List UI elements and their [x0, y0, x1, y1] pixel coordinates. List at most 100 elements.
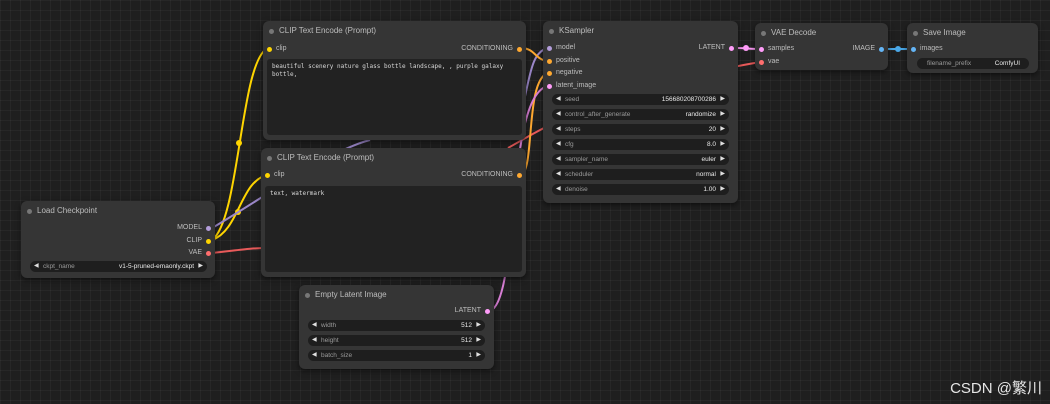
load-checkpoint-node[interactable]: Load Checkpoint MODEL CLIP VAE ◀ ckpt_na… — [21, 201, 215, 278]
steps-widget[interactable]: ◀ steps 20 ▶ — [552, 124, 729, 135]
denoise-widget[interactable]: ◀ denoise 1.00 ▶ — [552, 184, 729, 195]
cfg-widget[interactable]: ◀ cfg 8.0 ▶ — [552, 139, 729, 150]
width-number-widget[interactable]: ◀ width 512 ▶ — [308, 320, 485, 331]
save-image-node[interactable]: Save Image images filename_prefix ComfyU… — [907, 23, 1038, 73]
conditioning-pin-icon[interactable] — [547, 70, 552, 76]
vae-pin-icon[interactable] — [759, 59, 764, 65]
batch-size-number-widget[interactable]: ◀ batch_size 1 ▶ — [308, 350, 485, 361]
seed-widget[interactable]: ◀ seed 156680208700286 ▶ — [552, 94, 729, 105]
right-arrow-icon[interactable]: ▶ — [476, 320, 481, 331]
left-arrow-icon[interactable]: ◀ — [556, 109, 561, 120]
filename-prefix-text-widget[interactable]: filename_prefix ComfyUI — [917, 58, 1029, 69]
input-slot-positive[interactable]: positive — [546, 56, 580, 66]
collapse-dot-icon[interactable] — [267, 156, 272, 161]
clip-pin-icon[interactable] — [206, 238, 211, 244]
image-pin-icon[interactable] — [879, 46, 884, 52]
collapse-dot-icon[interactable] — [27, 209, 32, 214]
collapse-dot-icon[interactable] — [761, 31, 766, 36]
input-slot-samples[interactable]: samples — [758, 44, 794, 54]
slot-label: IMAGE — [852, 45, 875, 52]
collapse-dot-icon[interactable] — [269, 29, 274, 34]
empty-latent-image-node[interactable]: Empty Latent Image LATENT ◀ width 512 ▶ … — [299, 285, 494, 369]
widget-label: filename_prefix — [927, 60, 972, 67]
widget-label: height — [321, 337, 339, 344]
prompt-textarea[interactable]: text, watermark — [265, 186, 522, 272]
output-slot-conditioning[interactable]: CONDITIONING — [461, 170, 523, 180]
node-title[interactable]: Load Checkpoint — [21, 201, 215, 221]
ckpt-name-combo[interactable]: ◀ ckpt_name v1-5-pruned-emaonly.ckpt ▶ — [30, 261, 207, 272]
latent-pin-icon[interactable] — [547, 83, 552, 89]
collapse-dot-icon[interactable] — [913, 31, 918, 36]
scheduler-widget[interactable]: ◀ scheduler normal ▶ — [552, 169, 729, 180]
left-arrow-icon[interactable]: ◀ — [556, 124, 561, 135]
left-arrow-icon[interactable]: ◀ — [556, 184, 561, 195]
right-arrow-icon[interactable]: ▶ — [720, 184, 725, 195]
clip-text-encode-negative-node[interactable]: CLIP Text Encode (Prompt) clip CONDITION… — [261, 148, 526, 277]
clip-text-encode-positive-node[interactable]: CLIP Text Encode (Prompt) clip CONDITION… — [263, 21, 526, 140]
slot-label: VAE — [188, 249, 203, 256]
conditioning-pin-icon[interactable] — [517, 46, 522, 52]
sampler-name-widget[interactable]: ◀ sampler_name euler ▶ — [552, 154, 729, 165]
node-title[interactable]: Empty Latent Image — [299, 285, 494, 305]
output-slot-image[interactable]: IMAGE — [852, 44, 885, 54]
output-slot-model[interactable]: MODEL — [177, 223, 212, 233]
input-slot-vae[interactable]: vae — [758, 57, 779, 67]
clip-pin-icon[interactable] — [267, 46, 272, 52]
conditioning-pin-icon[interactable] — [517, 172, 522, 178]
output-slot-latent[interactable]: LATENT — [699, 43, 735, 53]
node-title[interactable]: VAE Decode — [755, 23, 888, 43]
left-arrow-icon[interactable]: ◀ — [312, 320, 317, 331]
vae-pin-icon[interactable] — [206, 250, 211, 256]
input-slot-clip[interactable]: clip — [266, 44, 287, 54]
left-arrow-icon[interactable]: ◀ — [556, 154, 561, 165]
conditioning-pin-icon[interactable] — [547, 58, 552, 64]
left-arrow-icon[interactable]: ◀ — [312, 350, 317, 361]
output-slot-clip[interactable]: CLIP — [186, 236, 212, 246]
right-arrow-icon[interactable]: ▶ — [720, 169, 725, 180]
node-title[interactable]: Save Image — [907, 23, 1038, 43]
right-arrow-icon[interactable]: ▶ — [720, 154, 725, 165]
slot-label: LATENT — [698, 44, 725, 51]
input-slot-latent-image[interactable]: latent_image — [546, 81, 596, 91]
right-arrow-icon[interactable]: ▶ — [720, 94, 725, 105]
input-slot-negative[interactable]: negative — [546, 68, 582, 78]
output-slot-vae[interactable]: VAE — [189, 248, 213, 258]
output-slot-conditioning[interactable]: CONDITIONING — [461, 44, 523, 54]
right-arrow-icon[interactable]: ▶ — [476, 335, 481, 346]
left-arrow-icon[interactable]: ◀ — [556, 139, 561, 150]
left-arrow-icon[interactable]: ◀ — [312, 335, 317, 346]
slot-label: CONDITIONING — [461, 45, 513, 52]
node-title[interactable]: CLIP Text Encode (Prompt) — [261, 148, 526, 168]
collapse-dot-icon[interactable] — [305, 293, 310, 298]
right-arrow-icon[interactable]: ▶ — [720, 139, 725, 150]
right-arrow-icon[interactable]: ▶ — [720, 109, 725, 120]
latent-pin-icon[interactable] — [729, 45, 734, 51]
collapse-dot-icon[interactable] — [549, 29, 554, 34]
ksampler-node[interactable]: KSampler model positive negative latent_… — [543, 21, 738, 203]
control-after-generate-widget[interactable]: ◀ control_after_generate randomize ▶ — [552, 109, 729, 120]
widget-value: 512 — [461, 322, 472, 329]
left-arrow-icon[interactable]: ◀ — [556, 169, 561, 180]
left-arrow-icon[interactable]: ◀ — [556, 94, 561, 105]
height-number-widget[interactable]: ◀ height 512 ▶ — [308, 335, 485, 346]
input-slot-clip[interactable]: clip — [264, 170, 285, 180]
image-pin-icon[interactable] — [911, 46, 916, 52]
right-arrow-icon[interactable]: ▶ — [720, 124, 725, 135]
left-arrow-icon[interactable]: ◀ — [34, 261, 39, 272]
wire-reroute-dot — [235, 209, 241, 215]
node-title[interactable]: CLIP Text Encode (Prompt) — [263, 21, 526, 41]
model-pin-icon[interactable] — [547, 45, 552, 51]
output-slot-latent[interactable]: LATENT — [455, 306, 491, 316]
clip-pin-icon[interactable] — [265, 172, 270, 178]
latent-pin-icon[interactable] — [485, 308, 490, 314]
node-title[interactable]: KSampler — [543, 21, 738, 41]
vae-decode-node[interactable]: VAE Decode samples vae IMAGE — [755, 23, 888, 70]
latent-pin-icon[interactable] — [759, 46, 764, 52]
prompt-textarea[interactable]: beautiful scenery nature glass bottle la… — [267, 59, 522, 135]
input-slot-model[interactable]: model — [546, 43, 575, 53]
right-arrow-icon[interactable]: ▶ — [476, 350, 481, 361]
input-slot-images[interactable]: images — [910, 44, 943, 54]
widget-value: randomize — [685, 111, 716, 118]
model-pin-icon[interactable] — [206, 225, 211, 231]
right-arrow-icon[interactable]: ▶ — [198, 261, 203, 272]
